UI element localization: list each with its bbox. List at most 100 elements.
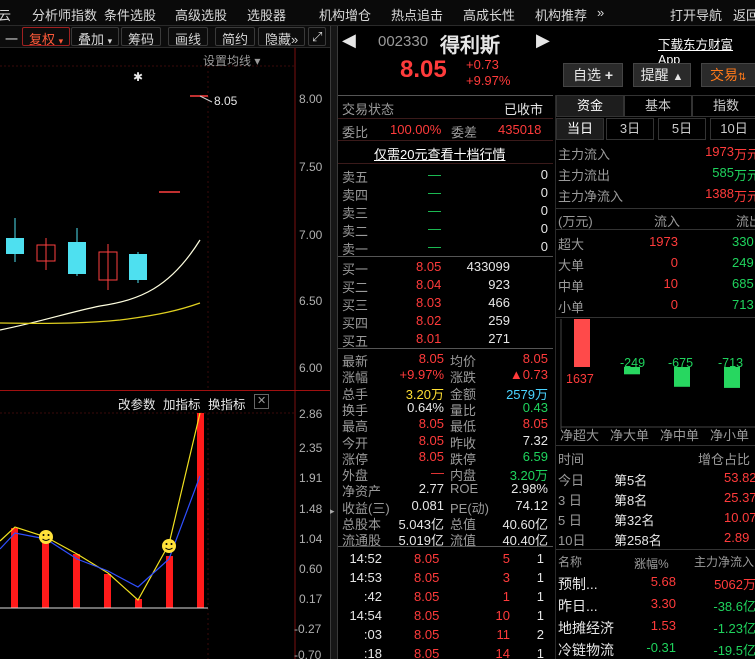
fullscreen-icon[interactable]: ⤢ xyxy=(308,27,327,46)
add-indicator-button[interactable]: 加指标 xyxy=(163,394,201,413)
price-change: +0.73 xyxy=(466,57,499,72)
sector-flow: -19.5亿 xyxy=(713,643,755,658)
sector-row[interactable]: 地摊经济 1.53 -1.23亿 xyxy=(556,616,755,636)
stat-row: 换手 0.64% 量比 0.43 xyxy=(338,400,553,418)
candlestick-3 xyxy=(68,228,86,276)
toolbar-hide-button[interactable]: 隐藏» xyxy=(258,27,306,47)
tab-fund[interactable]: 资金 xyxy=(556,95,624,117)
subtab-today[interactable]: 当日 xyxy=(556,118,604,140)
bid-volume: 271 xyxy=(488,331,510,346)
star-marker-icon: ✱ xyxy=(133,70,144,84)
close-icon[interactable]: ✕ xyxy=(254,394,270,409)
bid-price: 8.05 xyxy=(416,259,442,274)
menu-more-icon[interactable]: » xyxy=(597,5,604,20)
rank-pct: 25.37 xyxy=(724,490,755,505)
menu-item-advanced-select[interactable]: 高级选股 xyxy=(175,5,227,24)
ask-row[interactable]: 卖二 —0 xyxy=(338,220,553,239)
fund-flow-panel: 资金 基本 指数 当日 3日 5日 10日 主力流入 1973 万元 主力流出 585 万… xyxy=(555,95,755,659)
subtab-5d[interactable]: 5日 xyxy=(658,118,706,140)
tab-index[interactable]: 指数 xyxy=(692,95,755,117)
trade-button[interactable]: 交易⇅ xyxy=(701,63,755,87)
ask-row[interactable]: 卖三 —0 xyxy=(338,202,553,221)
toolbar-chips-button[interactable]: 筹码 xyxy=(121,27,162,47)
tab-basic[interactable]: 基本 xyxy=(624,95,692,117)
tick-time: :42 xyxy=(363,589,382,604)
flow-order-size: 超大 xyxy=(558,237,585,252)
bid-row[interactable]: 买一 8.05 433099 xyxy=(338,258,553,277)
prev-stock-arrow-icon[interactable]: ◀ xyxy=(342,30,356,51)
main-flow-unit: 万元 xyxy=(734,168,755,183)
tick-count: 2 xyxy=(536,627,544,642)
ask-row[interactable]: 卖四 —0 xyxy=(338,184,553,203)
ask-row[interactable]: 卖五 —0 xyxy=(338,166,553,185)
splitter-arrow-icon: ▸ xyxy=(330,506,335,516)
bell-icon: ▲ xyxy=(672,71,684,83)
menu-item-analyst-index[interactable]: 分析师指数 xyxy=(32,5,97,24)
stat-value: 6.59 xyxy=(522,448,548,464)
y-tick: -0.27 xyxy=(294,622,322,636)
stat-value: 2.77 xyxy=(418,481,444,497)
tick-time: 14:53 xyxy=(349,570,382,585)
tick-count: 1 xyxy=(536,608,544,623)
next-stock-arrow-icon[interactable]: ▶ xyxy=(536,30,550,51)
y-tick: 2.35 xyxy=(299,441,323,455)
rank-period: 3 日 xyxy=(558,493,582,508)
toolbar-simple-button[interactable]: 简约 xyxy=(215,27,256,47)
sector-row[interactable]: 冷链物流 -0.31 -19.5亿 xyxy=(556,638,755,658)
panel-splitter[interactable]: ▸ xyxy=(330,26,338,659)
main-flow-unit: 万元 xyxy=(734,189,755,204)
rank-pct: 53.82 xyxy=(724,470,755,485)
subtab-10d[interactable]: 10日 xyxy=(710,118,755,140)
weibi-row: 委比 100.00% 委差 435018 xyxy=(338,121,553,140)
menu-item-cloud[interactable]: 云 xyxy=(0,5,11,24)
y-tick: 7.00 xyxy=(299,228,323,242)
sector-row[interactable]: 预制... 5.68 5062万 xyxy=(556,572,755,592)
tick-price: 8.05 xyxy=(414,570,440,585)
menu-item-high-growth[interactable]: 高成长性 xyxy=(463,5,515,24)
stat-row: 最高 8.05 最低 8.05 xyxy=(338,416,553,434)
menu-item-institution-increase[interactable]: 机构增仓 xyxy=(319,5,371,24)
stat-value: — xyxy=(431,465,444,481)
flow-table-row: 中单 10 685 xyxy=(556,274,755,294)
stat-value: 0.081 xyxy=(411,497,444,513)
rank-period: 10日 xyxy=(558,533,586,548)
stat-value: 8.05 xyxy=(522,351,548,366)
y-tick: 1.91 xyxy=(299,471,323,485)
menu-item-institution-recommend[interactable]: 机构推荐 xyxy=(535,5,587,24)
add-watchlist-button[interactable]: 自选 + xyxy=(563,63,623,87)
subtab-3d[interactable]: 3日 xyxy=(606,118,654,140)
indicator-panel[interactable]: 改参数 加指标 换指标 ✕ 2.86 2.35 1.91 1.48 1.04 0… xyxy=(0,390,330,659)
bid-row[interactable]: 买四 8.02 259 xyxy=(338,312,553,331)
kline-chart-panel[interactable]: 设置均线 ▾ ✱ 8.05 8.00 7.50 7.00 6.50 6.00 xyxy=(0,48,330,390)
toolbar-fuquan-button[interactable]: 复权 ▾ xyxy=(22,27,71,47)
bid-row[interactable]: 买五 8.01 271 xyxy=(338,330,553,349)
menu-item-back[interactable]: 返回 xyxy=(733,5,755,24)
net-axis-label: 净大单 xyxy=(610,428,650,443)
flow-in-value: 10 xyxy=(663,276,678,291)
level2-promo-link: 仅需20元查看十档行情 xyxy=(374,147,506,162)
menu-item-stock-picker[interactable]: 选股器 xyxy=(247,5,286,24)
net-axis-label: 净超大 xyxy=(560,428,600,443)
promo-row[interactable]: 仅需20元查看十档行情 xyxy=(338,143,553,162)
weicha-label: 委差 xyxy=(451,125,478,140)
rank-period: 今日 xyxy=(558,473,585,488)
tick-row: :18 8.05 14 1 xyxy=(338,645,553,659)
stat-value: 8.05 xyxy=(418,351,444,366)
switch-indicator-button[interactable]: 换指标 xyxy=(208,394,246,413)
menu-item-hotspot[interactable]: 热点追击 xyxy=(391,5,443,24)
toolbar-drawline-button[interactable]: 画线 xyxy=(168,27,209,47)
ask-volume: 0 xyxy=(540,203,548,218)
menu-item-condition-select[interactable]: 条件选股 xyxy=(104,5,156,24)
bid-row[interactable]: 买二 8.04 923 xyxy=(338,276,553,295)
toolbar-overlay-button[interactable]: 叠加 ▾ xyxy=(71,27,120,47)
set-ma-label[interactable]: 设置均线 ▾ xyxy=(203,52,260,69)
ask-row[interactable]: 卖一 —0 xyxy=(338,238,553,257)
bid-row[interactable]: 买三 8.03 466 xyxy=(338,294,553,313)
sector-row[interactable]: 昨日... 3.30 -38.6亿 xyxy=(556,594,755,614)
menu-item-open-nav[interactable]: 打开导航 xyxy=(670,5,722,24)
net-axis-label: 净小单 xyxy=(710,428,750,443)
modify-params-button[interactable]: 改参数 xyxy=(118,394,156,413)
remind-button[interactable]: 提醒 ▲ xyxy=(633,63,691,87)
rank-pct: 2.89 xyxy=(724,530,750,545)
rank-row: 3 日 第8名 25.37 xyxy=(556,488,755,508)
